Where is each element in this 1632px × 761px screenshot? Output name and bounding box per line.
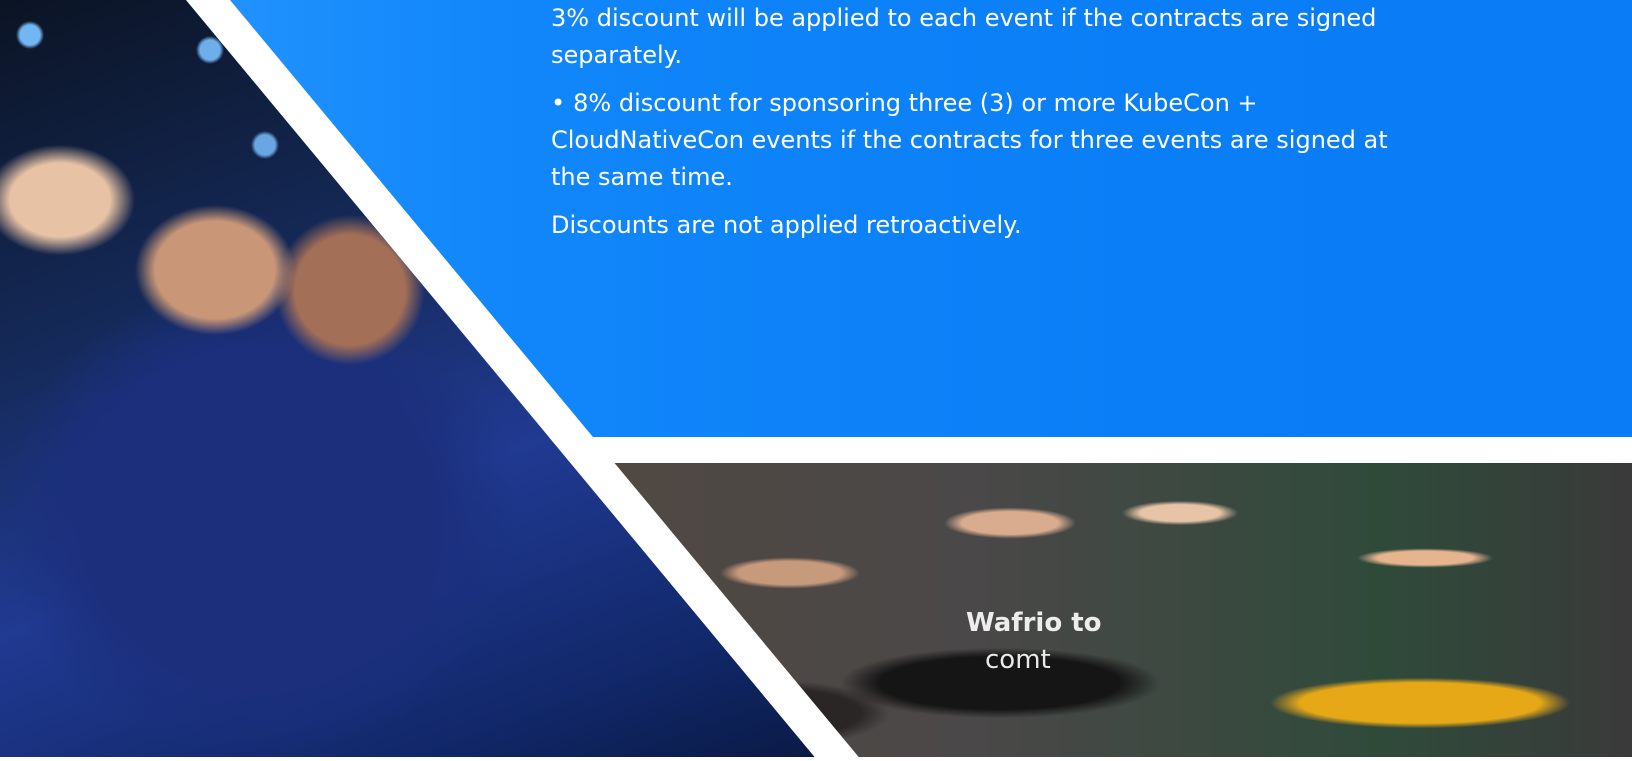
discount-text: 3% discount will be applied to each even… [551, 0, 1431, 255]
shirt-text: Wafrio to [966, 608, 1102, 638]
bullet-icon: • [551, 89, 566, 117]
retroactive-note: Discounts are not applied retroactively. [551, 211, 1022, 239]
bundle-discount-text: 8% discount for sponsoring three (3) or … [551, 89, 1388, 191]
separate-discount-text: 3% discount will be applied to each even… [551, 4, 1377, 69]
bundle-discount-item: • 8% discount for sponsoring three (3) or… [551, 85, 1431, 196]
shirt-text-line2: comt [985, 645, 1051, 675]
